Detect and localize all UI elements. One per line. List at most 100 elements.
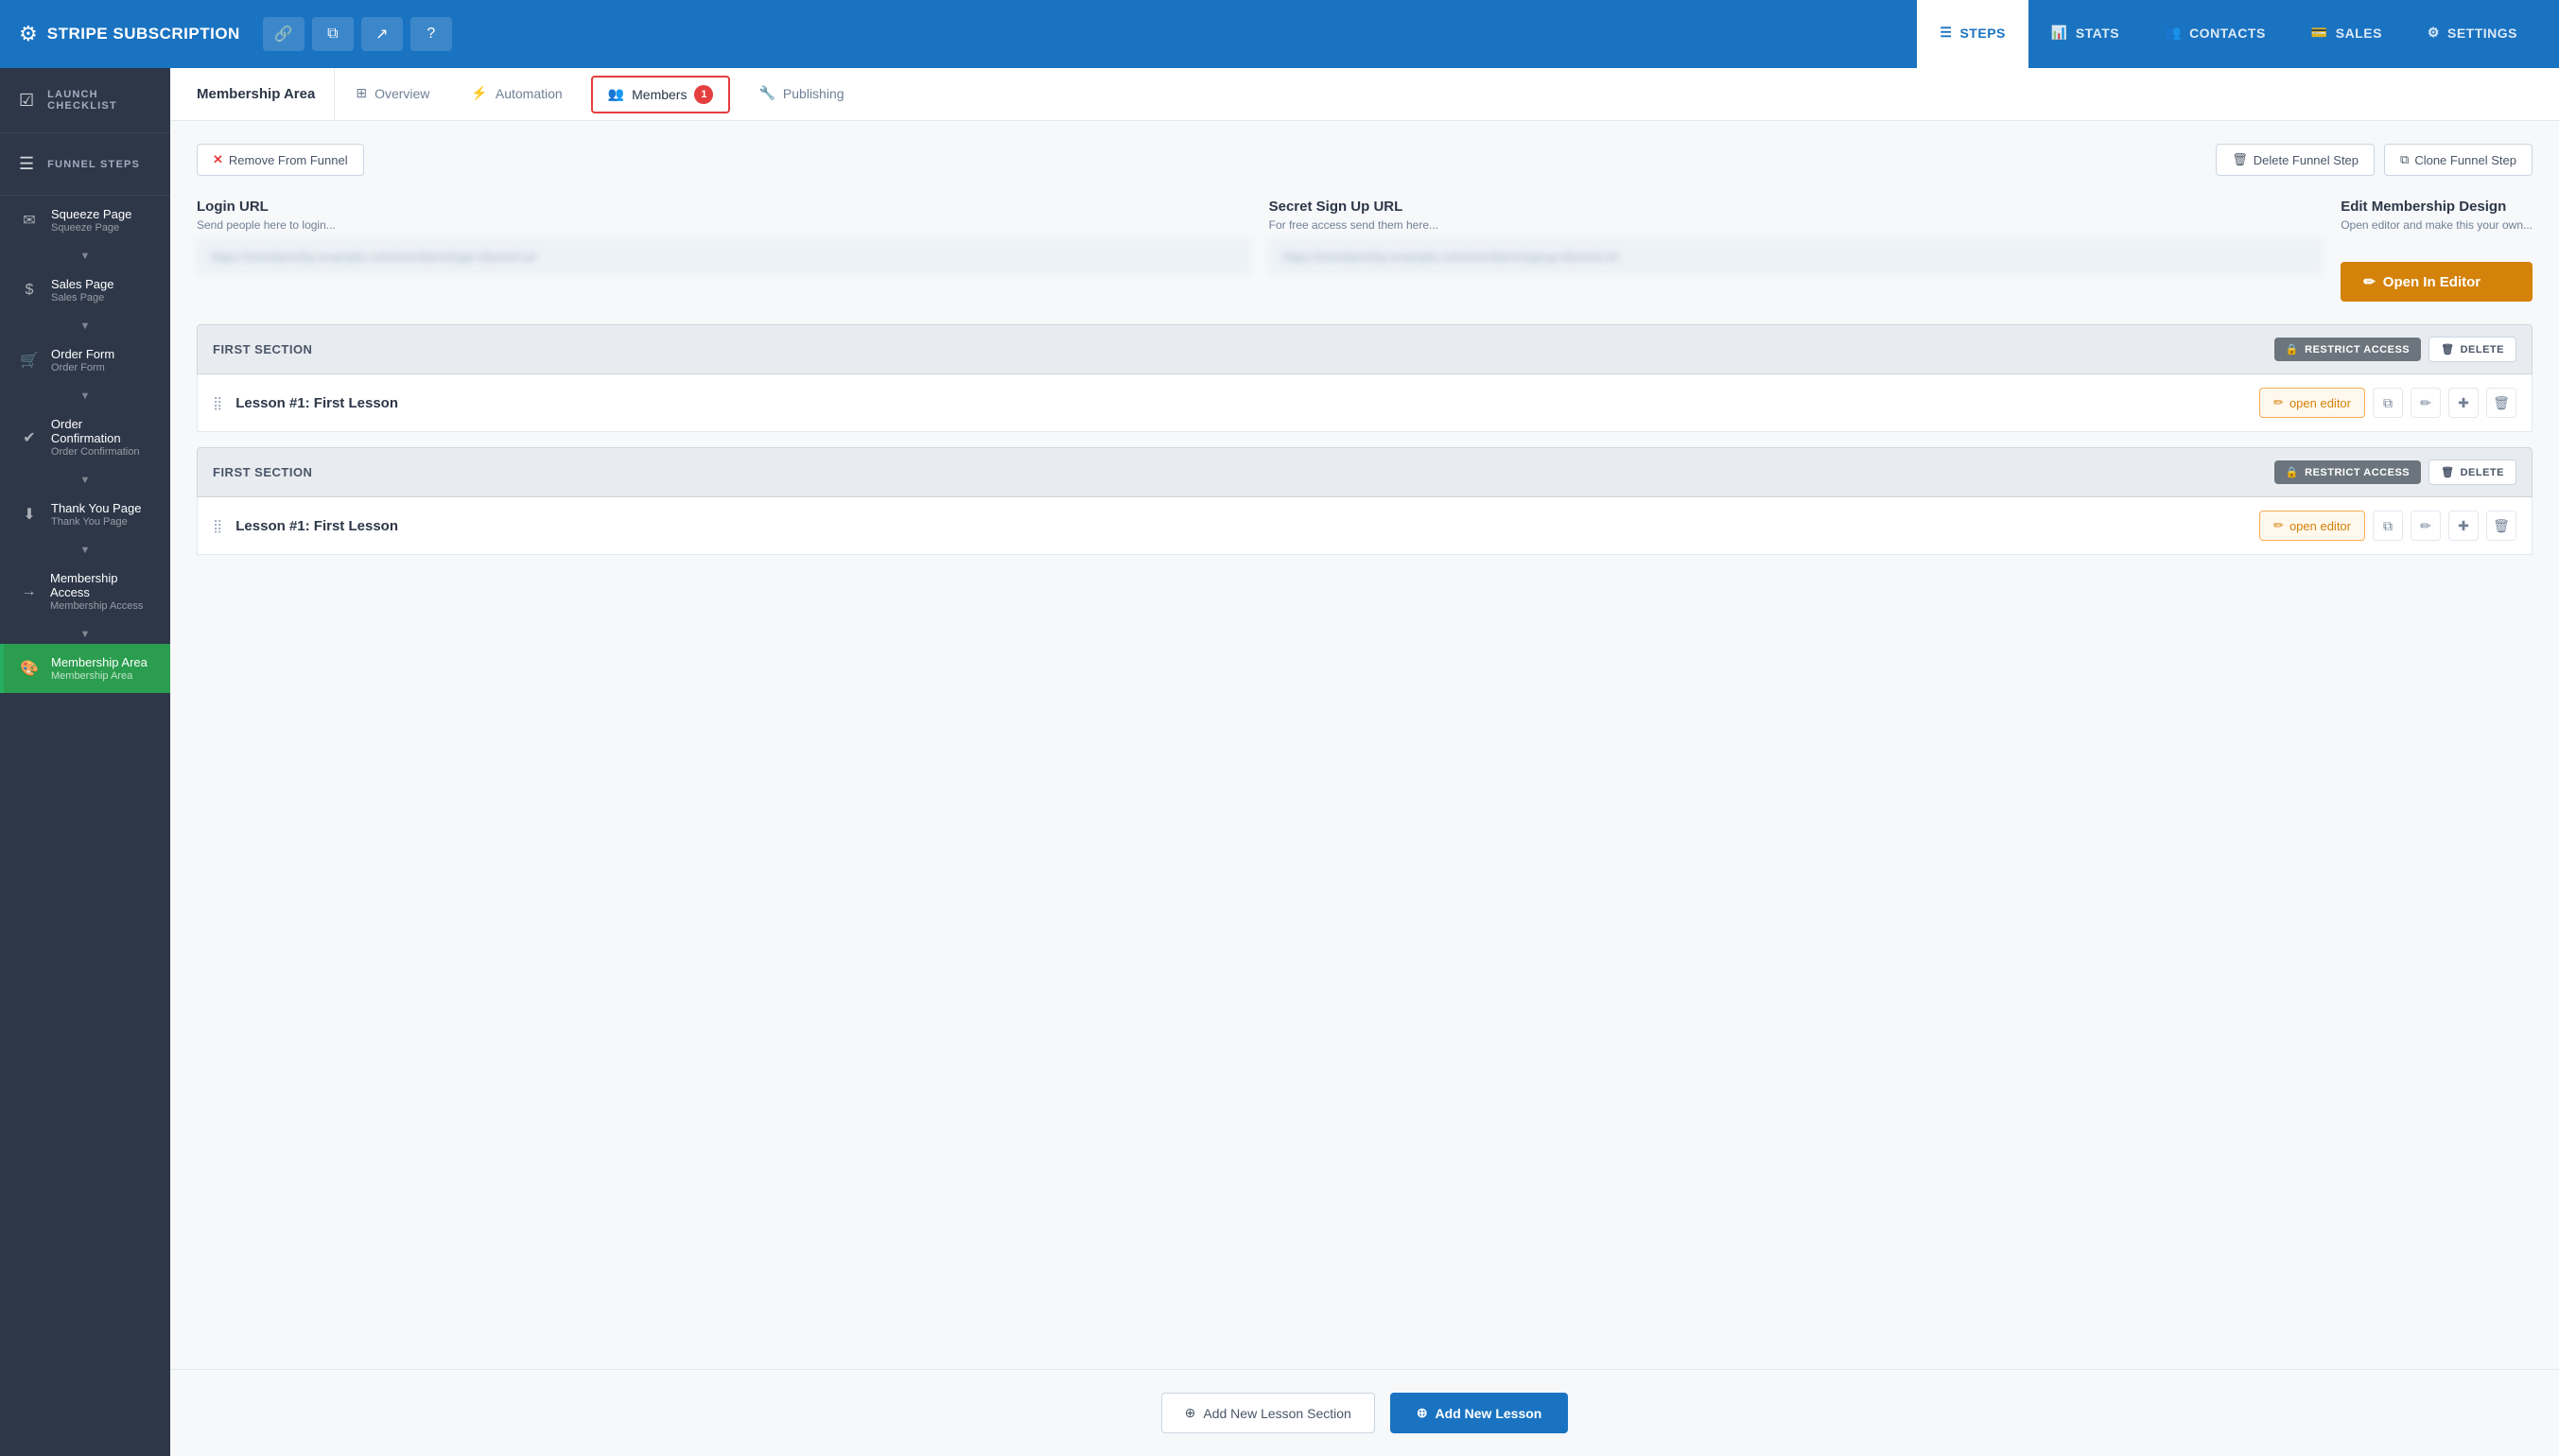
squeeze-subtitle: Squeeze Page <box>51 222 131 234</box>
tab-overview[interactable]: ⊞ Overview <box>335 68 450 121</box>
link-icon-button[interactable]: 🔗 <box>263 17 305 51</box>
add-new-lesson-button[interactable]: ⊕ Add New Lesson <box>1390 1393 1569 1433</box>
membership-access-subtitle: Membership Access <box>50 600 155 612</box>
lock-icon: 🔒 <box>2286 343 2299 355</box>
pencil-icon-sm-2: ✏ <box>2273 518 2284 533</box>
login-url-input[interactable]: https://membership.example.com/members/l… <box>197 239 1250 274</box>
edit-membership-design-block: Edit Membership Design Open editor and m… <box>2341 199 2533 302</box>
secret-signup-input[interactable]: https://membership.example.com/members/s… <box>1269 239 2323 274</box>
content-area: Membership Area ⊞ Overview ⚡ Automation … <box>170 68 2559 1456</box>
squeeze-title: Squeeze Page <box>51 207 131 221</box>
sidebar-item-order-form[interactable]: 🛒 Order Form Order Form <box>0 336 170 385</box>
tab-sales[interactable]: 💳 SALES <box>2289 0 2405 68</box>
external-icon-button[interactable]: ↗ <box>361 17 403 51</box>
brand-logo: ⚙ STRIPE SUBSCRIPTION <box>19 22 240 46</box>
dollar-icon: $ <box>19 282 40 299</box>
action-row-right: 🗑 Delete Funnel Step ⧉ Clone Funnel Step <box>2216 144 2533 176</box>
edit-design-label: Edit Membership Design <box>2341 199 2533 215</box>
sidebar-item-membership-access[interactable]: → Membership Access Membership Access <box>0 560 170 623</box>
top-nav-tabs: ☰ STEPS 📊 STATS 👥 CONTACTS 💳 SALES ⚙ SET… <box>1917 0 2540 68</box>
remove-from-funnel-button[interactable]: ✕ Remove From Funnel <box>197 144 364 176</box>
help-icon-button[interactable]: ? <box>410 17 452 51</box>
brand-gear-icon: ⚙ <box>19 22 38 46</box>
secret-signup-block: Secret Sign Up URL For free access send … <box>1269 199 2323 302</box>
launch-checklist-row[interactable]: ☑ LAUNCH CHECKLIST <box>0 68 170 133</box>
sales-subtitle: Sales Page <box>51 292 114 303</box>
tab-contacts[interactable]: 👥 CONTACTS <box>2142 0 2289 68</box>
edit-lesson-button-2[interactable]: ✏ <box>2411 511 2441 541</box>
section-2-title: FIRST SECTION <box>213 465 312 479</box>
open-editor-small-button-2[interactable]: ✏ open editor <box>2259 511 2365 541</box>
action-row-left: ✕ Remove From Funnel <box>197 144 364 176</box>
copy-icon-button[interactable]: ⧉ <box>312 17 354 51</box>
duplicate-lesson-button-1[interactable]: ⧉ <box>2373 388 2403 418</box>
checkmark-icon: ✔ <box>19 428 40 447</box>
arrow-down-icon: ▼ <box>80 390 91 402</box>
copy-icon-lesson-2: ⧉ <box>2383 518 2393 534</box>
clone-funnel-step-button[interactable]: ⧉ Clone Funnel Step <box>2384 144 2533 176</box>
trash-icon-section-2: 🗑 <box>2441 466 2454 478</box>
stats-icon: 📊 <box>2051 25 2068 41</box>
overview-grid-icon: ⊞ <box>356 85 367 101</box>
x-icon: ✕ <box>213 152 223 167</box>
lesson-1-title: Lesson #1: First Lesson <box>235 395 2259 411</box>
section-1-actions: 🔒 RESTRICT ACCESS 🗑 DELETE <box>2274 337 2516 362</box>
tab-steps[interactable]: ☰ STEPS <box>1917 0 2028 68</box>
open-in-editor-button[interactable]: ✏ Open In Editor <box>2341 262 2533 302</box>
editor-pencil-icon: ✏ <box>2363 273 2376 290</box>
restrict-access-button-2[interactable]: 🔒 RESTRICT ACCESS <box>2274 460 2421 484</box>
delete-section-button-1[interactable]: 🗑 DELETE <box>2428 337 2516 362</box>
tab-stats[interactable]: 📊 STATS <box>2028 0 2142 68</box>
copy-icon-lesson: ⧉ <box>2383 395 2393 411</box>
sidebar-item-squeeze[interactable]: ✉ Squeeze Page Squeeze Page <box>0 196 170 245</box>
drag-handle-icon[interactable]: ⣿ <box>213 395 222 411</box>
page-label: Membership Area <box>178 68 335 120</box>
trash-icon-section: 🗑 <box>2441 343 2454 355</box>
contacts-icon: 👥 <box>2165 25 2182 41</box>
delete-lesson-button-1[interactable]: 🗑 <box>2486 388 2516 418</box>
palette-icon: 🎨 <box>19 659 40 678</box>
lesson-section-1: FIRST SECTION 🔒 RESTRICT ACCESS 🗑 DELETE <box>197 324 2533 432</box>
lesson-section-2: FIRST SECTION 🔒 RESTRICT ACCESS 🗑 DELETE <box>197 447 2533 555</box>
download-icon: ⬇ <box>19 505 40 524</box>
login-url-block: Login URL Send people here to login... h… <box>197 199 1250 302</box>
add-lesson-button-2[interactable]: ✚ <box>2448 511 2479 541</box>
order-conf-subtitle: Order Confirmation <box>51 446 155 458</box>
tab-automation[interactable]: ⚡ Automation <box>450 68 583 121</box>
sidebar-item-thank-you[interactable]: ⬇ Thank You Page Thank You Page <box>0 490 170 539</box>
open-editor-small-button-1[interactable]: ✏ open editor <box>2259 388 2365 418</box>
secret-signup-sublabel: For free access send them here... <box>1269 218 2323 232</box>
order-conf-title: Order Confirmation <box>51 417 155 445</box>
section-1-header: FIRST SECTION 🔒 RESTRICT ACCESS 🗑 DELETE <box>197 324 2533 374</box>
top-navigation: ⚙ STRIPE SUBSCRIPTION 🔗 ⧉ ↗ ? ☰ STEPS 📊 … <box>0 0 2559 68</box>
trash-icon-lesson: 🗑 <box>2493 395 2510 411</box>
main-layout: ☑ LAUNCH CHECKLIST ☰ FUNNEL STEPS ✉ Sque… <box>0 68 2559 1456</box>
wrench-icon: 🔧 <box>758 85 775 101</box>
checklist-icon: ☑ <box>19 91 34 111</box>
arrow-down-icon: ▼ <box>80 321 91 332</box>
add-new-lesson-section-button[interactable]: ⊕ Add New Lesson Section <box>1161 1393 1375 1433</box>
delete-lesson-button-2[interactable]: 🗑 <box>2486 511 2516 541</box>
duplicate-lesson-button-2[interactable]: ⧉ <box>2373 511 2403 541</box>
sub-nav-tabs: ⊞ Overview ⚡ Automation 👥 Members 1 🔧 Pu… <box>335 68 864 120</box>
membership-access-title: Membership Access <box>50 571 155 599</box>
sidebar-item-membership-area[interactable]: 🎨 Membership Area Membership Area <box>0 644 170 693</box>
sidebar-item-sales[interactable]: $ Sales Page Sales Page <box>0 266 170 315</box>
tab-settings[interactable]: ⚙ SETTINGS <box>2405 0 2540 68</box>
launch-checklist-label: LAUNCH CHECKLIST <box>47 89 151 112</box>
steps-icon: ☰ <box>1940 25 1952 41</box>
login-icon: → <box>19 583 39 600</box>
tab-members[interactable]: 👥 Members 1 <box>591 76 731 113</box>
tab-publishing[interactable]: 🔧 Publishing <box>738 68 864 121</box>
add-lesson-button-1[interactable]: ✚ <box>2448 388 2479 418</box>
delete-funnel-step-button[interactable]: 🗑 Delete Funnel Step <box>2216 144 2375 176</box>
section-2-actions: 🔒 RESTRICT ACCESS 🗑 DELETE <box>2274 459 2516 485</box>
funnel-steps-label: FUNNEL STEPS <box>47 159 140 170</box>
drag-handle-icon-2[interactable]: ⣿ <box>213 518 222 534</box>
arrow-down-icon: ▼ <box>80 629 91 640</box>
sidebar-item-order-confirmation[interactable]: ✔ Order Confirmation Order Confirmation <box>0 406 170 469</box>
restrict-access-button-1[interactable]: 🔒 RESTRICT ACCESS <box>2274 338 2421 361</box>
edit-lesson-button-1[interactable]: ✏ <box>2411 388 2441 418</box>
delete-section-button-2[interactable]: 🗑 DELETE <box>2428 459 2516 485</box>
clone-icon: ⧉ <box>2400 152 2409 167</box>
